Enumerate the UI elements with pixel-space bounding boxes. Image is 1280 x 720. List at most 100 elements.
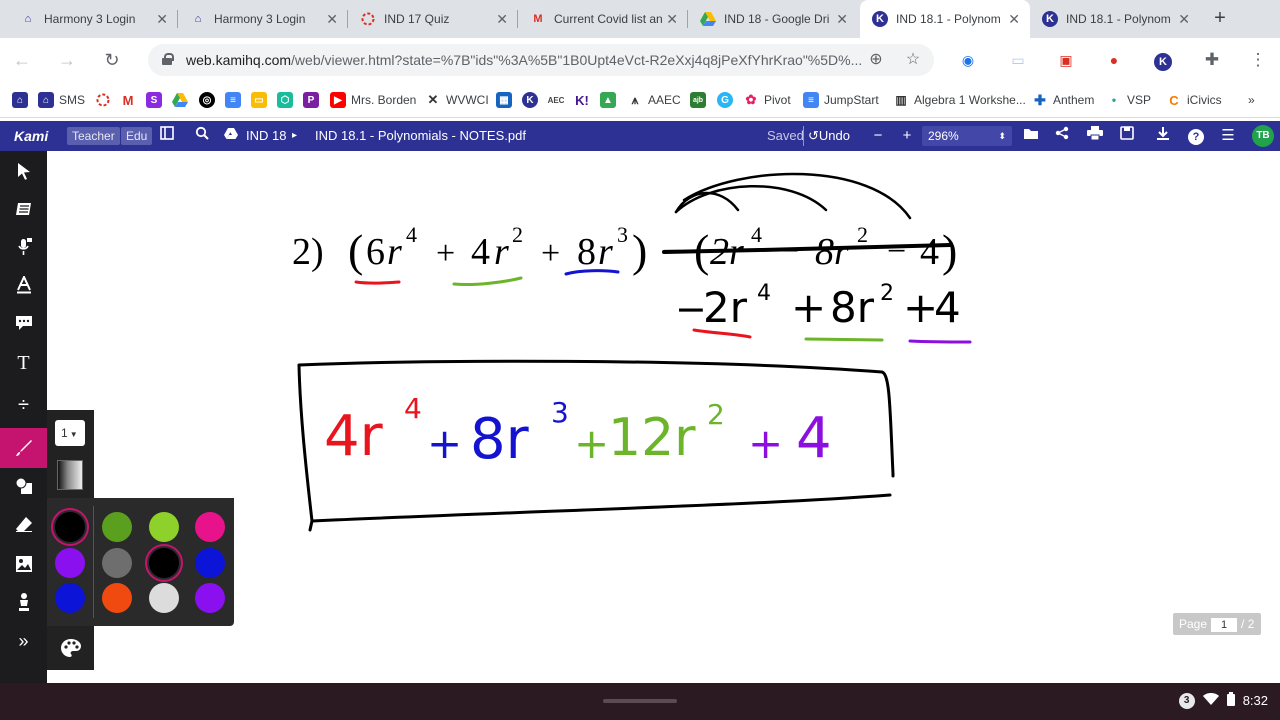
extension-shield-icon[interactable]: ◉ [958, 50, 978, 70]
close-icon[interactable]: ✕ [1178, 11, 1190, 28]
bookmark-pivot[interactable]: ✿ Pivot [743, 91, 791, 109]
bookmark-slides[interactable]: ▭ [251, 91, 272, 109]
tab-kami-active[interactable]: K IND 18.1 - Polynom ✕ [860, 0, 1030, 38]
forward-arrow-icon[interactable]: → [55, 48, 79, 72]
bookmark-mrs-borden[interactable]: ▶ Mrs. Borden [330, 91, 416, 109]
bookmark-vsp[interactable]: • VSP [1106, 91, 1151, 109]
color-swatch-gray[interactable] [102, 548, 132, 578]
extension-cast-icon[interactable]: ▣ [1056, 50, 1076, 70]
image-tool[interactable] [0, 544, 47, 584]
bookmark-classroom[interactable]: ▲ [600, 91, 621, 109]
zoom-select[interactable]: 296% ⬍ [922, 126, 1012, 146]
close-icon[interactable]: ✕ [836, 11, 848, 28]
shapes-tool[interactable] [0, 466, 47, 506]
more-bookmarks-button[interactable]: » [1248, 91, 1255, 109]
bookmark-gmail[interactable]: M [120, 91, 141, 109]
color-swatch-blue-2[interactable] [55, 583, 85, 613]
reload-icon[interactable]: ↻ [100, 48, 124, 72]
close-icon[interactable]: ✕ [666, 11, 678, 28]
color-swatch-green[interactable] [102, 512, 132, 542]
voice-comment-tool[interactable] [0, 227, 47, 267]
opacity-slider[interactable] [57, 460, 83, 490]
close-icon[interactable]: ✕ [1008, 11, 1020, 28]
puzzle-extensions-icon[interactable]: ✚ [1202, 50, 1222, 70]
color-swatch-purple[interactable] [55, 548, 85, 578]
expand-sidebar-icon[interactable]: » [0, 621, 47, 661]
tab-google-drive[interactable]: IND 18 - Google Dri ✕ [688, 0, 858, 38]
color-swatch-light-gray[interactable] [149, 583, 179, 613]
close-icon[interactable]: ✕ [326, 11, 338, 28]
address-bar[interactable]: web.kamihq.com/web/viewer.html?state=%7B… [148, 44, 934, 76]
bookmark-wvwci[interactable]: ✕ WVWCI [425, 91, 489, 109]
tab-kami-2[interactable]: K IND 18.1 - Polynom ✕ [1030, 0, 1200, 38]
close-icon[interactable]: ✕ [156, 11, 168, 28]
color-swatch-magenta[interactable] [195, 512, 225, 542]
color-swatch-black-2[interactable] [149, 548, 179, 578]
tab-gmail[interactable]: M Current Covid list an ✕ [518, 0, 688, 38]
bookmark-calc[interactable]: ▦ [496, 91, 517, 109]
bookmark-sms[interactable]: ⌂ SMS [38, 91, 85, 109]
select-tool[interactable] [0, 151, 47, 191]
new-tab-button[interactable]: + [1208, 6, 1232, 30]
document-filename[interactable]: IND 18.1 - Polynomials - NOTES.pdf [315, 128, 526, 143]
drawing-tool[interactable] [0, 428, 47, 468]
tab-harmony-login-2[interactable]: ⌂ Harmony 3 Login ✕ [178, 0, 348, 38]
search-icon[interactable] [192, 126, 212, 146]
help-icon[interactable]: ? [1186, 126, 1206, 146]
star-bookmark-icon[interactable]: ☆ [903, 50, 923, 70]
url-text[interactable]: web.kamihq.com/web/viewer.html?state=%7B… [186, 52, 866, 68]
bookmark-aaec[interactable]: ⩚ AAEC [627, 91, 681, 109]
extension-record-icon[interactable]: ● [1104, 50, 1124, 70]
bookmark-circle[interactable]: ◎ [199, 91, 220, 109]
zoom-in-button[interactable]: + [897, 126, 917, 146]
bookmark-icivics[interactable]: CiCivics [1166, 91, 1221, 109]
comment-tool[interactable] [0, 303, 47, 343]
back-arrow-icon[interactable]: ← [10, 48, 34, 72]
stroke-size-select[interactable]: 1 ▼ [55, 420, 85, 446]
bookmark-quiz[interactable] [95, 91, 116, 109]
bookmark-anthem[interactable]: ✚ Anthem [1032, 91, 1094, 109]
color-swatch-orange[interactable] [102, 583, 132, 613]
bookmark-app[interactable]: S [146, 91, 167, 109]
bookmark-green[interactable]: ajb [690, 91, 711, 109]
shelf-handle[interactable] [603, 699, 677, 703]
save-icon[interactable] [1117, 126, 1137, 146]
equation-tool[interactable]: ÷ [0, 385, 47, 425]
bookmark-hex[interactable]: ⬡ [277, 91, 298, 109]
bookmark-drive[interactable] [172, 91, 193, 109]
download-icon[interactable] [1153, 126, 1173, 146]
bookmark-kami[interactable]: K [522, 91, 543, 109]
status-tray[interactable]: 3 8:32 [1178, 692, 1268, 709]
bookmark-pear[interactable]: P [303, 91, 324, 109]
tab-ind17-quiz[interactable]: IND 17 Quiz ✕ [348, 0, 518, 38]
text-tool[interactable]: T [0, 343, 47, 383]
zoom-out-button[interactable]: − [868, 126, 888, 146]
bookmark-aaec-logo[interactable]: AEC [548, 91, 569, 109]
sidebar-toggle-icon[interactable] [157, 126, 177, 146]
bookmark-harmony[interactable]: ⌂ [12, 91, 33, 109]
color-swatch-lime[interactable] [149, 512, 179, 542]
bookmark-docs[interactable]: ≡ [225, 91, 246, 109]
text-highlight-tool[interactable] [0, 265, 47, 305]
share-icon[interactable] [1052, 126, 1072, 146]
page-number-input[interactable]: 1 [1211, 618, 1238, 632]
print-icon[interactable] [1085, 126, 1105, 146]
avatar[interactable]: TB [1252, 125, 1274, 147]
folder-open-icon[interactable] [1021, 126, 1041, 146]
extension-reader-icon[interactable]: ▭ [1008, 50, 1028, 70]
bookmark-algebra[interactable]: ▥ Algebra 1 Workshe... [893, 91, 1026, 109]
breadcrumb-folder[interactable]: IND 18 [246, 128, 286, 143]
extension-kami-icon[interactable]: K [1153, 50, 1173, 71]
undo-button[interactable]: ↺Undo [808, 128, 850, 144]
eraser-tool[interactable] [0, 504, 47, 544]
color-swatch-black[interactable] [55, 512, 85, 542]
bookmark-kahoot[interactable]: K! [574, 91, 595, 109]
signature-tool[interactable] [0, 582, 47, 622]
bookmark-jumpstart[interactable]: ≡ JumpStart [803, 91, 879, 109]
add-circle-icon[interactable]: ⊕ [866, 50, 886, 70]
color-swatch-purple-2[interactable] [195, 583, 225, 613]
color-swatch-blue[interactable] [195, 548, 225, 578]
close-icon[interactable]: ✕ [496, 11, 508, 28]
notification-badge[interactable]: 3 [1178, 692, 1195, 709]
palette-icon[interactable] [47, 626, 94, 670]
